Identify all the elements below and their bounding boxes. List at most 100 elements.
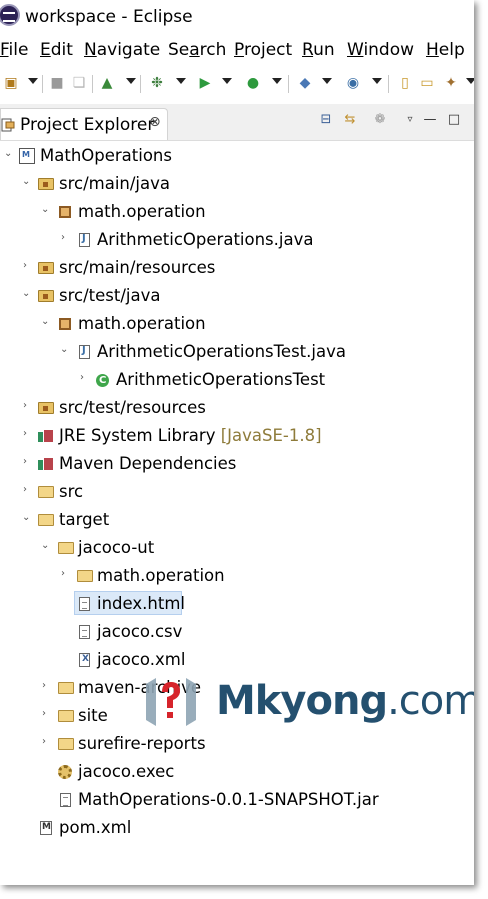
collapsed-arrow-icon[interactable]: › [61,233,71,243]
tree-item[interactable]: ⌄ ArithmeticOperationsTest.java [0,338,474,366]
jre-version-decoration: [JavaSE-1.8] [220,426,322,445]
expanded-arrow-icon[interactable]: ⌄ [22,289,32,299]
expanded-arrow-icon[interactable]: ⌄ [22,513,32,523]
expanded-arrow-icon[interactable]: ⌄ [41,317,51,327]
tree-item-label: Maven Dependencies [59,454,237,473]
tree-item[interactable]: ⌄ MathOperations [0,142,474,170]
debug-dropdown-icon[interactable] [176,78,186,84]
tree-item-label: JRE System Library [JavaSE-1.8] [59,426,322,445]
save-all-icon[interactable]: ❏ [70,74,88,92]
maximize-icon[interactable]: □ [446,112,462,128]
source-folder-icon [38,402,54,414]
java-perspective-icon[interactable]: ▲ [98,74,116,92]
collapsed-arrow-icon[interactable]: › [42,681,52,691]
link-with-editor-icon[interactable]: ⇆ [342,112,358,128]
project-explorer-header: Project Explorer ⊗ ⊟ ⇆ ❁ ▿ — □ [0,104,474,141]
menu-file[interactable]: File [0,40,28,60]
package-icon [59,206,71,218]
menu-navigate[interactable]: Navigate [84,40,160,60]
tree-item-selected[interactable]: index.html [0,590,474,618]
collapsed-arrow-icon[interactable]: › [23,401,33,411]
tree-item[interactable]: › src/main/resources [0,254,474,282]
tree-item-label: src/main/resources [59,258,216,277]
new-dropdown-icon[interactable] [28,78,38,84]
menu-search[interactable]: Search [168,40,226,60]
source-folder-icon [38,178,54,190]
toolbar-separator [288,75,289,93]
open-type-icon[interactable]: ▯ [396,74,414,92]
package-icon [59,318,71,330]
new-class-dropdown-icon[interactable] [372,78,382,84]
tree-item[interactable]: jacoco.exec [0,758,474,786]
menu-edit[interactable]: Edit [40,40,73,60]
save-icon[interactable]: ■ [48,74,66,92]
folder-icon [38,514,54,526]
tree-item[interactable]: ⌄ target [0,506,474,534]
view-menu-icon[interactable]: ▿ [402,112,418,128]
menu-help[interactable]: Help [426,40,465,60]
collapsed-arrow-icon[interactable]: › [42,737,52,747]
menu-project[interactable]: Project [234,40,292,60]
tree-item[interactable]: jacoco.csv [0,618,474,646]
tree-item[interactable]: ⌄ math.operation [0,310,474,338]
tree-item-label: ArithmeticOperationsTest [116,370,326,389]
collapsed-arrow-icon[interactable]: › [61,569,71,579]
tree-item[interactable]: pom.xml [0,814,474,842]
tree-item[interactable]: ⌄ jacoco-ut [0,534,474,562]
collapsed-arrow-icon[interactable]: › [42,709,52,719]
open-folder-icon[interactable]: ▭ [418,74,436,92]
new-project-dropdown-icon[interactable] [322,78,332,84]
window-title: workspace - Eclipse [25,7,193,27]
new-project-icon[interactable]: ◆ [296,74,314,92]
collapsed-arrow-icon[interactable]: › [23,457,33,467]
tree-item-label: jacoco.csv [97,622,183,641]
collapsed-arrow-icon[interactable]: › [80,373,90,383]
tree-item[interactable]: jacoco.xml [0,646,474,674]
tree-item[interactable]: › math.operation [0,562,474,590]
new-icon[interactable]: ▣ [2,74,20,92]
menu-window[interactable]: Window [347,40,414,60]
tree-item[interactable]: › src [0,478,474,506]
close-icon[interactable]: ⊗ [149,114,161,130]
expanded-arrow-icon[interactable]: ⌄ [22,177,32,187]
tree-item[interactable]: › ArithmeticOperations.java [0,226,474,254]
menu-run[interactable]: Run [302,40,335,60]
run-dropdown-icon[interactable] [222,78,232,84]
tree-item-label: site [78,706,108,725]
minimize-icon[interactable]: — [422,112,438,128]
tree-item[interactable]: › surefire-reports [0,730,474,758]
search-icon[interactable]: ✦ [442,74,460,92]
folder-icon [77,570,93,582]
tree-item[interactable]: › ArithmeticOperationsTest [0,366,474,394]
external-tools-dropdown-icon[interactable] [272,78,282,84]
expanded-arrow-icon[interactable]: ⌄ [41,541,51,551]
search-dropdown-icon[interactable] [466,78,474,84]
expanded-arrow-icon[interactable]: ⌄ [60,345,70,355]
tree-item[interactable]: ⌄ math.operation [0,198,474,226]
tree-item[interactable]: › src/test/resources [0,394,474,422]
expanded-arrow-icon[interactable]: ⌄ [4,149,14,159]
run-icon[interactable]: ▶ [196,74,214,92]
tree-item-label: math.operation [78,314,206,333]
tab-project-explorer[interactable]: Project Explorer ⊗ [0,108,168,140]
tree-item-label: src [59,482,84,501]
tree-item[interactable]: ⌄ src/test/java [0,282,474,310]
toolbar-separator [140,75,141,93]
tree-item[interactable]: › Maven Dependencies [0,450,474,478]
collapse-all-icon[interactable]: ⊟ [318,112,334,128]
toolbar-separator [388,75,389,93]
tree-item[interactable]: MathOperations-0.0.1-SNAPSHOT.jar [0,786,474,814]
tree-item[interactable]: ⌄ src/main/java [0,170,474,198]
tree-item-label: math.operation [97,566,225,585]
perspective-dropdown-icon[interactable] [126,78,136,84]
collapsed-arrow-icon[interactable]: › [23,485,33,495]
tree-item-label: target [59,510,110,529]
tree-item[interactable]: › JRE System Library [JavaSE-1.8] [0,422,474,450]
filter-icon[interactable]: ❁ [372,112,388,128]
debug-icon[interactable]: ❉ [148,74,166,92]
collapsed-arrow-icon[interactable]: › [23,429,33,439]
collapsed-arrow-icon[interactable]: › [23,261,33,271]
expanded-arrow-icon[interactable]: ⌄ [41,205,51,215]
new-class-icon[interactable]: ◉ [344,74,362,92]
external-tools-icon[interactable]: ● [244,74,262,92]
